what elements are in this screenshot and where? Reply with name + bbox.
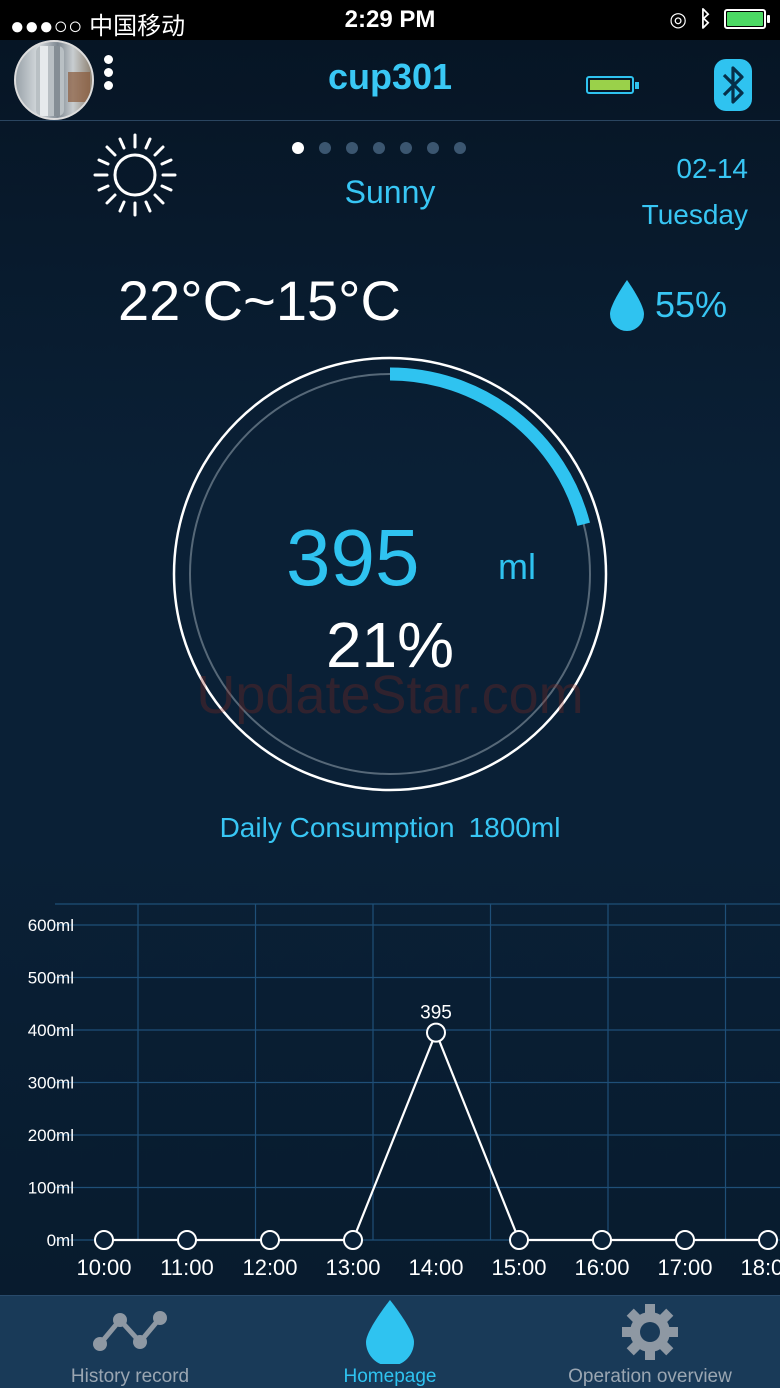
water-drop-icon [366,1300,414,1364]
y-tick-label: 100ml [28,1179,74,1198]
bluetooth-status-icon: ᛒ [698,6,712,31]
y-tick-label: 0ml [47,1231,74,1250]
page-dot[interactable] [319,142,331,154]
ring-progress [389,367,590,526]
x-tick-label: 13:00 [325,1255,380,1280]
weekday-label: Tuesday [641,199,748,230]
y-tick-label: 500ml [28,969,74,988]
daily-consumption-value: 1800ml [468,812,561,843]
x-tick-label: 10:00 [76,1255,131,1280]
y-tick-label: 400ml [28,1021,74,1040]
tab-bar: History record Homepage Operation overvi… [0,1295,780,1388]
page-indicator[interactable] [292,142,466,154]
status-icons: ◎ ᛒ [669,6,770,32]
x-tick-label: 16:00 [574,1255,629,1280]
x-tick-label: 14:00 [408,1255,463,1280]
x-tick-label: 11:00 [160,1255,213,1280]
data-point [343,1230,363,1250]
data-point [260,1230,280,1250]
x-tick-label: 18:00 [740,1255,780,1280]
bluetooth-button[interactable] [714,59,752,111]
humidity-value: 55% [655,284,728,325]
tab-operation-overview-label: Operation overview [568,1366,732,1387]
data-point [177,1230,197,1250]
tab-history-record-label: History record [70,1366,190,1387]
watermark: UpdateStar.com [196,665,584,725]
temperature-range: 22°C~15°C [118,269,401,332]
device-title: cup301 [327,56,453,97]
page-dot[interactable] [346,142,358,154]
volume-value: 395 [286,513,420,602]
data-point [94,1230,114,1250]
status-time: 2:29 PM [344,6,436,33]
series-line [104,1029,768,1242]
daily-consumption-label: Daily Consumption [219,812,455,843]
tab-operation-overview[interactable]: Operation overview [520,1296,780,1388]
nav-bar: cup301 [0,40,780,121]
volume-unit: ml [498,546,536,587]
chart-line-icon [93,1311,167,1351]
y-tick-label: 200ml [28,1126,74,1145]
page-dot[interactable] [427,142,439,154]
tab-homepage-label: Homepage [343,1366,437,1387]
device-battery-icon [586,76,639,94]
daily-consumption: Daily Consumption 1800ml [0,812,780,844]
status-bar: ●●●○○ 中国移动 2:29 PM ◎ ᛒ [0,0,780,40]
data-point [426,1022,446,1043]
battery-status-icon [724,9,770,29]
tab-homepage[interactable]: Homepage [260,1296,520,1388]
tab-history-record[interactable]: History record [0,1296,260,1388]
consumption-chart: 0ml 100ml 200ml 300ml 400ml 500ml 600ml 10:00 11… [28,903,780,1280]
data-point [509,1230,529,1250]
data-point [675,1230,695,1250]
page-dot[interactable] [454,142,466,154]
page-dot[interactable] [292,142,304,154]
page-dot[interactable] [400,142,412,154]
y-tick-label: 600ml [28,916,74,935]
alarm-icon: ◎ [669,8,687,31]
gear-icon [622,1304,678,1360]
humidity-drop-icon [610,280,644,331]
data-point [592,1230,612,1250]
data-point [758,1230,778,1250]
bluetooth-icon [722,66,744,104]
y-tick-label: 300ml [28,1074,74,1093]
x-tick-label: 17:00 [657,1255,712,1280]
page-dot[interactable] [373,142,385,154]
date-block: 02-14 Tuesday [642,146,748,238]
data-label: 395 [420,1003,452,1024]
x-tick-label: 12:00 [242,1255,297,1280]
x-tick-label: 15:00 [491,1255,546,1280]
date-label: 02-14 [676,153,748,184]
